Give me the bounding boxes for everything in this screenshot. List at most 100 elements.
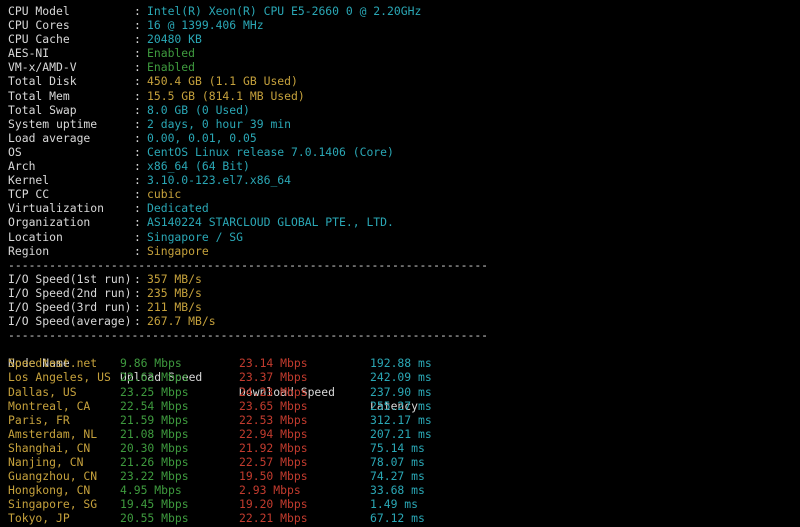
io-colon: : — [134, 271, 141, 286]
latency: 312.17 ms — [370, 412, 432, 427]
io-value: 235 MB/s — [147, 285, 202, 300]
sysinfo-colon: : — [134, 173, 141, 188]
speed-table-row: Guangzhou, CN 23.22 Mbps 19.50 Mbps 74.27 m… — [8, 469, 800, 483]
sysinfo-key: Total Mem — [8, 88, 70, 103]
sysinfo-key: Kernel — [8, 173, 50, 188]
latency: 242.09 ms — [370, 370, 432, 385]
sysinfo-value: x86_64 (64 Bit) — [147, 159, 250, 174]
sysinfo-colon: : — [134, 243, 141, 258]
sysinfo-value: cubic — [147, 187, 182, 202]
latency: 237.90 ms — [370, 384, 432, 399]
speed-table-row: Hongkong, CN 4.95 Mbps 2.93 Mbps 33.68 ms — [8, 483, 800, 497]
node-name: Dallas, US — [8, 384, 77, 399]
upload-speed: 23.22 Mbps — [120, 469, 189, 484]
speed-table-row: Montreal, CA 22.54 Mbps 23.65 Mbps 255.27 m… — [8, 399, 800, 413]
sysinfo-row: Region: Singapore — [8, 244, 800, 258]
download-speed: 23.37 Mbps — [239, 370, 308, 385]
sysinfo-row: Organization: AS140224 STARCLOUD GLOBAL P… — [8, 215, 800, 229]
sysinfo-row: Load average:0.00, 0.01, 0.05 — [8, 131, 800, 145]
node-name: Hongkong, CN — [8, 483, 91, 498]
node-name: Nanjing, CN — [8, 455, 84, 469]
terminal-window[interactable]: CPU Model: Intel(R) Xeon(R) CPU E5-2660 0… — [0, 0, 800, 527]
sysinfo-colon: : — [134, 187, 141, 202]
download-speed: 21.92 Mbps — [239, 440, 308, 455]
speed-table-row: Los Angeles, US 22.63 Mbps 23.37 Mbps 242.0… — [8, 370, 800, 384]
speed-table-row: Tokyo, JP 20.55 Mbps 22.21 Mbps 67.12 ms — [8, 511, 800, 525]
download-speed: 2.93 Mbps — [239, 483, 301, 498]
download-speed: 22.21 Mbps — [239, 511, 308, 526]
speed-table-row: Amsterdam, NL 21.08 Mbps 22.94 Mbps 207.21 … — [8, 427, 800, 441]
sysinfo-key: Organization — [8, 215, 91, 230]
sysinfo-value: Enabled — [147, 46, 196, 61]
sysinfo-value: CentOS Linux release 7.0.1406 (Core) — [147, 144, 394, 159]
speed-table-row: Speedtest.net 9.86 Mbps 23.14 Mbps 192.88 m… — [8, 356, 800, 370]
speed-table-row: Singapore, SG 19.45 Mbps 19.20 Mbps 1.49 ms — [8, 497, 800, 511]
io-value: 211 MB/s — [147, 299, 202, 314]
speed-table-header: Node Name Upload Speed Download Speed La… — [8, 342, 800, 412]
upload-speed: 21.59 Mbps — [120, 412, 189, 427]
sysinfo-key: Location — [8, 229, 63, 244]
sysinfo-key: Virtualization — [8, 201, 105, 216]
sysinfo-colon: : — [134, 159, 141, 174]
node-name: Shanghai, CN — [8, 440, 91, 455]
node-name: Speedtest.net — [8, 356, 98, 371]
upload-speed: 20.30 Mbps — [120, 440, 189, 455]
sysinfo-colon: : — [134, 144, 141, 159]
sysinfo-key: CPU Cores — [8, 18, 70, 33]
upload-speed: 19.45 Mbps — [120, 497, 189, 512]
sysinfo-row: AES-NI: Enabled — [8, 46, 800, 60]
download-speed: 22.57 Mbps — [239, 455, 308, 469]
sysinfo-colon: : — [134, 74, 141, 89]
node-name: Los Angeles, US — [8, 370, 111, 385]
io-value: 267.7 MB/s — [147, 314, 216, 329]
upload-speed: 23.25 Mbps — [120, 384, 189, 399]
sysinfo-colon: : — [134, 215, 141, 230]
sysinfo-row: CPU Model: Intel(R) Xeon(R) CPU E5-2660 0… — [8, 4, 800, 18]
io-key: I/O Speed(2nd run) — [8, 285, 132, 300]
sysinfo-colon: : — [134, 60, 141, 75]
sysinfo-value: 16 @ 1399.406 MHz — [147, 18, 264, 33]
io-key: I/O Speed(1st run) — [8, 271, 132, 286]
sysinfo-row: CPU Cache:20480 KB — [8, 32, 800, 46]
sysinfo-value: 450.4 GB (1.1 GB Used) — [147, 74, 298, 89]
latency: 255.27 ms — [370, 398, 432, 413]
io-speed-section: I/O Speed(1st run):357 MB/s I/O Speed(2nd… — [8, 272, 800, 328]
io-speed-row: I/O Speed(3rd run):211 MB/s — [8, 300, 800, 314]
sysinfo-row: VM-x/AMD-V: Enabled — [8, 60, 800, 74]
sysinfo-key: CPU Cache — [8, 32, 70, 47]
latency: 1.49 ms — [370, 497, 419, 512]
sysinfo-key: TCP CC — [8, 187, 50, 202]
sysinfo-key: Load average — [8, 130, 91, 145]
sysinfo-key: Total Disk — [8, 74, 77, 89]
sysinfo-value: 8.0 GB (0 Used) — [147, 102, 250, 117]
io-colon: : — [134, 285, 141, 300]
sysinfo-colon: : — [134, 18, 141, 33]
sysinfo-key: Total Swap — [8, 102, 77, 117]
download-speed: 23.65 Mbps — [239, 398, 308, 413]
sysinfo-key: Arch — [8, 159, 36, 174]
node-name: Singapore, SG — [8, 497, 98, 512]
sysinfo-row: CPU Cores:16 @ 1399.406 MHz — [8, 18, 800, 32]
download-speed: 22.94 Mbps — [239, 426, 308, 441]
sysinfo-value: 15.5 GB (814.1 MB Used) — [147, 88, 305, 103]
io-colon: : — [134, 314, 141, 329]
download-speed: 22.53 Mbps — [239, 412, 308, 427]
speed-table-row: Dallas, US 23.25 Mbps 24.23 Mbps 237.90 ms — [8, 385, 800, 399]
sysinfo-key: AES-NI — [8, 46, 50, 61]
speed-table-row: Shanghai, CN 20.30 Mbps 21.92 Mbps 75.14 ms — [8, 441, 800, 455]
sysinfo-colon: : — [134, 130, 141, 145]
node-name: Montreal, CA — [8, 398, 91, 413]
sysinfo-value: Singapore / SG — [147, 229, 244, 244]
sysinfo-value: 20480 KB — [147, 32, 202, 47]
sysinfo-row: Kernel:3.10.0-123.el7.x86_64 — [8, 173, 800, 187]
latency: 67.12 ms — [370, 511, 425, 526]
sysinfo-value: Enabled — [147, 60, 196, 75]
speed-table-row: Paris, FR 21.59 Mbps 22.53 Mbps 312.17 ms — [8, 413, 800, 427]
sysinfo-key: CPU Model — [8, 4, 70, 18]
sysinfo-value: 0.00, 0.01, 0.05 — [147, 130, 257, 145]
sysinfo-colon: : — [134, 88, 141, 103]
node-name: Guangzhou, CN — [8, 469, 98, 484]
sysinfo-row: OS: CentOS Linux release 7.0.1406 (Core) — [8, 145, 800, 159]
io-value: 357 MB/s — [147, 271, 202, 286]
separator-line: ----------------------------------------… — [8, 257, 489, 272]
